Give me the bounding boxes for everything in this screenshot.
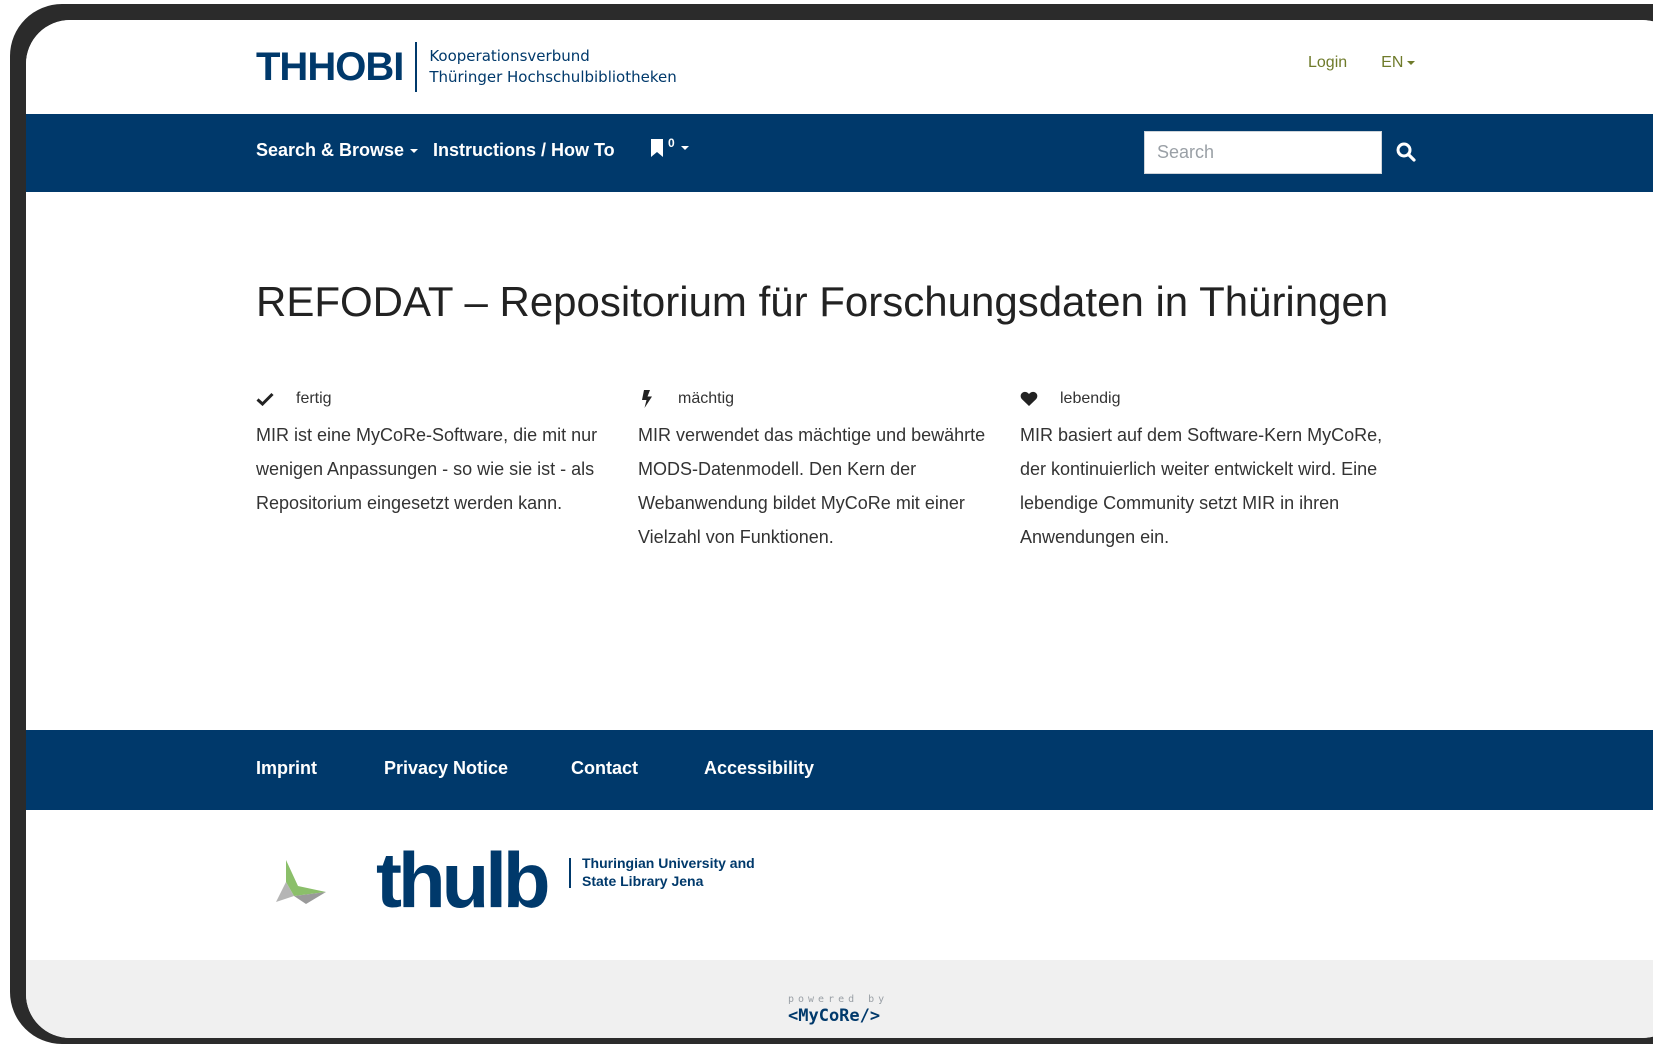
footer-link-imprint[interactable]: Imprint	[256, 758, 317, 779]
top-header: THHOBI Kooperationsverbund Thüringer Hoc…	[26, 20, 1653, 114]
feature-header: mächtig	[638, 386, 1008, 412]
feature-header: fertig	[256, 386, 626, 412]
feature-text: MIR ist eine MyCoRe-Software, die mit nu…	[256, 425, 598, 513]
bookmark-icon	[651, 139, 663, 157]
top-links: Login EN	[1308, 54, 1416, 72]
language-dropdown[interactable]: EN	[1381, 54, 1416, 72]
thulb-subtitle: Thuringian University and State Library …	[582, 854, 755, 890]
feature-lebendig: lebendig MIR basiert auf dem Software-Ke…	[1020, 386, 1390, 554]
bookmark-basket[interactable]: 0	[650, 136, 689, 158]
brand-line-1: Kooperationsverbund	[429, 47, 590, 65]
footer-nav: Imprint Privacy Notice Contact Accessibi…	[26, 730, 1653, 810]
brand-divider	[415, 42, 418, 92]
thulb-logo[interactable]: thulb	[376, 840, 551, 920]
brand-mark: THHOBI	[256, 44, 404, 89]
powered-by-label: powered by	[788, 994, 889, 1005]
main-navbar: Search & Browse Instructions / How To 0	[26, 114, 1653, 192]
brand-logo[interactable]: THHOBI Kooperationsverbund Thüringer Hoc…	[256, 42, 677, 92]
search-input[interactable]	[1144, 131, 1382, 174]
chevron-down-icon	[410, 148, 419, 153]
page-title: REFODAT – Repositorium für Forschungsdat…	[256, 278, 1389, 325]
browser-viewport: THHOBI Kooperationsverbund Thüringer Hoc…	[26, 20, 1653, 1038]
bookmark-count: 0	[668, 136, 675, 150]
nav-instructions[interactable]: Instructions / How To	[433, 140, 615, 161]
feature-fertig: fertig MIR ist eine MyCoRe-Software, die…	[256, 386, 626, 520]
tdr-thueringen-logo[interactable]	[256, 856, 328, 916]
search-icon[interactable]	[1394, 140, 1418, 164]
footer-link-contact[interactable]: Contact	[571, 758, 638, 779]
feature-maechtig: mächtig MIR verwendet das mächtige und b…	[638, 386, 1008, 554]
mycore-logo[interactable]: <MyCoRe/>	[788, 1006, 880, 1026]
feature-label: lebendig	[1060, 390, 1121, 407]
heart-icon	[1020, 390, 1038, 408]
feature-header: lebendig	[1020, 386, 1390, 412]
chevron-down-icon	[1407, 61, 1416, 65]
thulb-divider	[569, 858, 571, 888]
chevron-down-icon	[680, 146, 689, 150]
footer-link-privacy[interactable]: Privacy Notice	[384, 758, 508, 779]
bolt-icon	[638, 390, 656, 408]
check-icon	[256, 390, 274, 408]
thulb-line-1: Thuringian University and	[582, 855, 755, 871]
nav-search-browse-label: Search & Browse	[256, 140, 405, 160]
brand-text: Kooperationsverbund Thüringer Hochschulb…	[429, 46, 676, 88]
feature-text: MIR basiert auf dem Software-Kern MyCoRe…	[1020, 425, 1383, 547]
footer-link-accessibility[interactable]: Accessibility	[704, 758, 814, 779]
thulb-line-2: State Library Jena	[582, 873, 704, 889]
language-label: EN	[1381, 54, 1404, 71]
feature-label: fertig	[296, 390, 332, 407]
login-link[interactable]: Login	[1308, 54, 1347, 72]
nav-search-browse[interactable]: Search & Browse	[256, 140, 419, 161]
feature-text: MIR verwendet das mächtige und bewährte …	[638, 425, 986, 547]
powered-by-bar: powered by <MyCoRe/>	[26, 960, 1653, 1038]
nav-instructions-label: Instructions / How To	[433, 140, 615, 160]
brand-line-2: Thüringer Hochschulbibliotheken	[429, 68, 677, 86]
feature-label: mächtig	[678, 390, 735, 407]
partner-logos: thulb Thuringian University and State Li…	[26, 810, 1653, 960]
